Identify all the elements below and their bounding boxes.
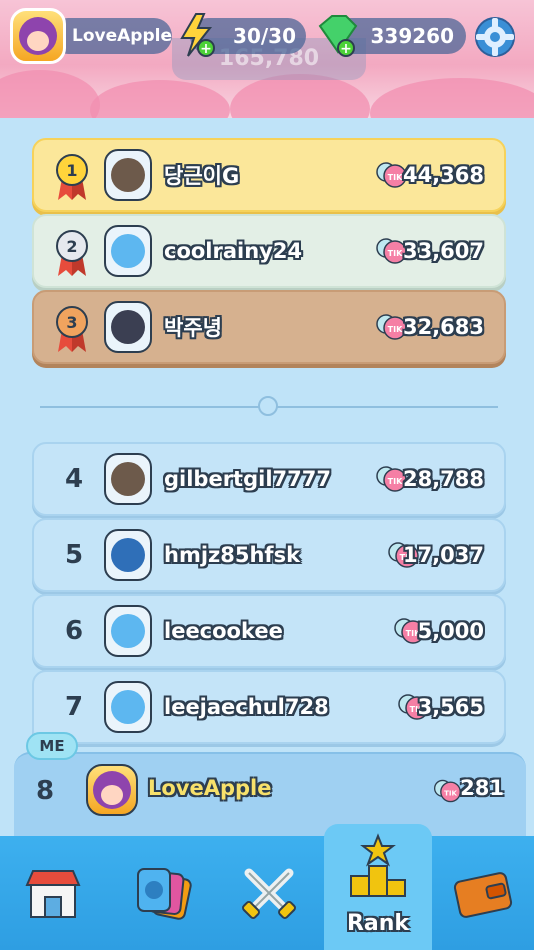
my-score: 281 bbox=[460, 776, 504, 800]
nav-wallet[interactable] bbox=[432, 836, 534, 950]
lightning-icon[interactable]: + bbox=[176, 12, 216, 58]
svg-text:TIK: TIK bbox=[388, 249, 403, 258]
my-avatar bbox=[86, 764, 138, 816]
svg-text:3: 3 bbox=[66, 313, 77, 332]
penguin-avatar-icon bbox=[111, 614, 145, 648]
rank-row-6[interactable]: 6 leecookee TIK 5,000 bbox=[32, 594, 506, 668]
rank-row-1[interactable]: 1 당근이G TIK 44,368 bbox=[32, 138, 506, 212]
svg-text:TIK: TIK bbox=[388, 477, 403, 486]
player-avatar[interactable] bbox=[10, 8, 66, 64]
player-score: 44,368 bbox=[402, 163, 484, 187]
coin-pile-decoration bbox=[370, 78, 534, 118]
coin-pile-decoration bbox=[0, 70, 100, 118]
wolf-avatar-icon bbox=[111, 310, 145, 344]
player-name: 당근이G bbox=[164, 164, 240, 188]
bison-avatar-icon bbox=[111, 158, 145, 192]
rank-row-2[interactable]: 2 coolrainy24 TIK 33,607 bbox=[32, 214, 506, 288]
svg-text:+: + bbox=[200, 41, 212, 57]
gear-icon[interactable] bbox=[472, 14, 518, 60]
tik-coin-icon: TIK bbox=[433, 779, 461, 803]
penguin-divider-icon bbox=[258, 396, 278, 416]
rank-row-5[interactable]: 5 hmjz85hfsk TIK 17,037 bbox=[32, 518, 506, 592]
player-avatar bbox=[104, 301, 152, 353]
me-badge: ME bbox=[26, 732, 78, 760]
bottom-nav: Rank bbox=[0, 824, 534, 950]
player-score: 33,607 bbox=[402, 239, 484, 263]
podium-star-icon bbox=[350, 833, 406, 897]
player-avatar bbox=[104, 681, 152, 733]
fish-avatar-icon bbox=[111, 538, 145, 572]
nav-shop[interactable] bbox=[0, 836, 106, 950]
rank-number: 4 bbox=[64, 464, 84, 494]
nav-rank-label: Rank bbox=[346, 911, 410, 936]
penguin-avatar-icon bbox=[111, 234, 145, 268]
username-label: LoveApple bbox=[72, 26, 172, 46]
coin-pile-decoration bbox=[230, 74, 370, 118]
nav-cards[interactable] bbox=[106, 836, 216, 950]
svg-text:TIK: TIK bbox=[388, 173, 403, 182]
my-rank-number: 8 bbox=[36, 776, 55, 806]
coin-pile-decoration bbox=[90, 80, 230, 118]
player-name: hmjz85hfsk bbox=[164, 543, 301, 567]
gem-icon[interactable]: + bbox=[312, 12, 358, 58]
rank-number: 5 bbox=[64, 540, 84, 570]
player-avatar bbox=[104, 149, 152, 201]
bronze-medal-icon: 3 bbox=[56, 306, 88, 352]
wallet-icon bbox=[453, 872, 513, 918]
silver-medal-icon: 2 bbox=[56, 230, 88, 276]
player-name: leejaechul728 bbox=[164, 695, 329, 719]
player-score: 28,788 bbox=[402, 467, 484, 491]
rank-number: 6 bbox=[64, 616, 84, 646]
rank-row-4[interactable]: 4 gilbertgil7777 TIK 28,788 bbox=[32, 442, 506, 516]
svg-text:2: 2 bbox=[66, 237, 77, 256]
svg-text:TIK: TIK bbox=[444, 788, 457, 797]
svg-text:1: 1 bbox=[66, 161, 77, 180]
player-score: 3,565 bbox=[417, 695, 484, 719]
avatar-face-icon bbox=[93, 771, 131, 809]
penguin-avatar-icon bbox=[111, 690, 145, 724]
shop-icon bbox=[25, 870, 81, 918]
gold-medal-icon: 1 bbox=[56, 154, 88, 200]
nav-rank[interactable]: Rank bbox=[324, 824, 432, 950]
nav-battle[interactable] bbox=[216, 836, 322, 950]
player-avatar bbox=[104, 529, 152, 581]
player-score: 32,683 bbox=[402, 315, 484, 339]
avatar-face-icon bbox=[19, 17, 57, 55]
rank-number: 7 bbox=[64, 692, 84, 722]
crossed-swords-icon bbox=[242, 868, 296, 919]
player-avatar bbox=[104, 453, 152, 505]
svg-text:+: + bbox=[340, 41, 352, 57]
my-name: LoveApple bbox=[148, 776, 272, 800]
svg-text:TIK: TIK bbox=[388, 325, 403, 334]
player-name: 박주녕 bbox=[164, 316, 222, 340]
player-name: gilbertgil7777 bbox=[164, 467, 331, 491]
username-pill: LoveApple bbox=[50, 18, 172, 54]
gems-value: 339260 bbox=[370, 24, 455, 48]
energy-value: 30/30 bbox=[233, 24, 296, 48]
player-avatar bbox=[104, 225, 152, 277]
player-name: leecookee bbox=[164, 619, 283, 643]
rank-row-3[interactable]: 3 박주녕 TIK 32,683 bbox=[32, 290, 506, 364]
player-avatar bbox=[104, 605, 152, 657]
player-score: 5,000 bbox=[417, 619, 484, 643]
rank-row-7[interactable]: 7 leejaechul728 TIK 3,565 bbox=[32, 670, 506, 744]
player-score: 17,037 bbox=[402, 543, 484, 567]
player-name: coolrainy24 bbox=[164, 239, 303, 263]
bison-avatar-icon bbox=[111, 462, 145, 496]
my-rank-panel[interactable]: 8 LoveApple TIK 281 bbox=[14, 752, 526, 844]
cards-icon bbox=[137, 868, 192, 920]
